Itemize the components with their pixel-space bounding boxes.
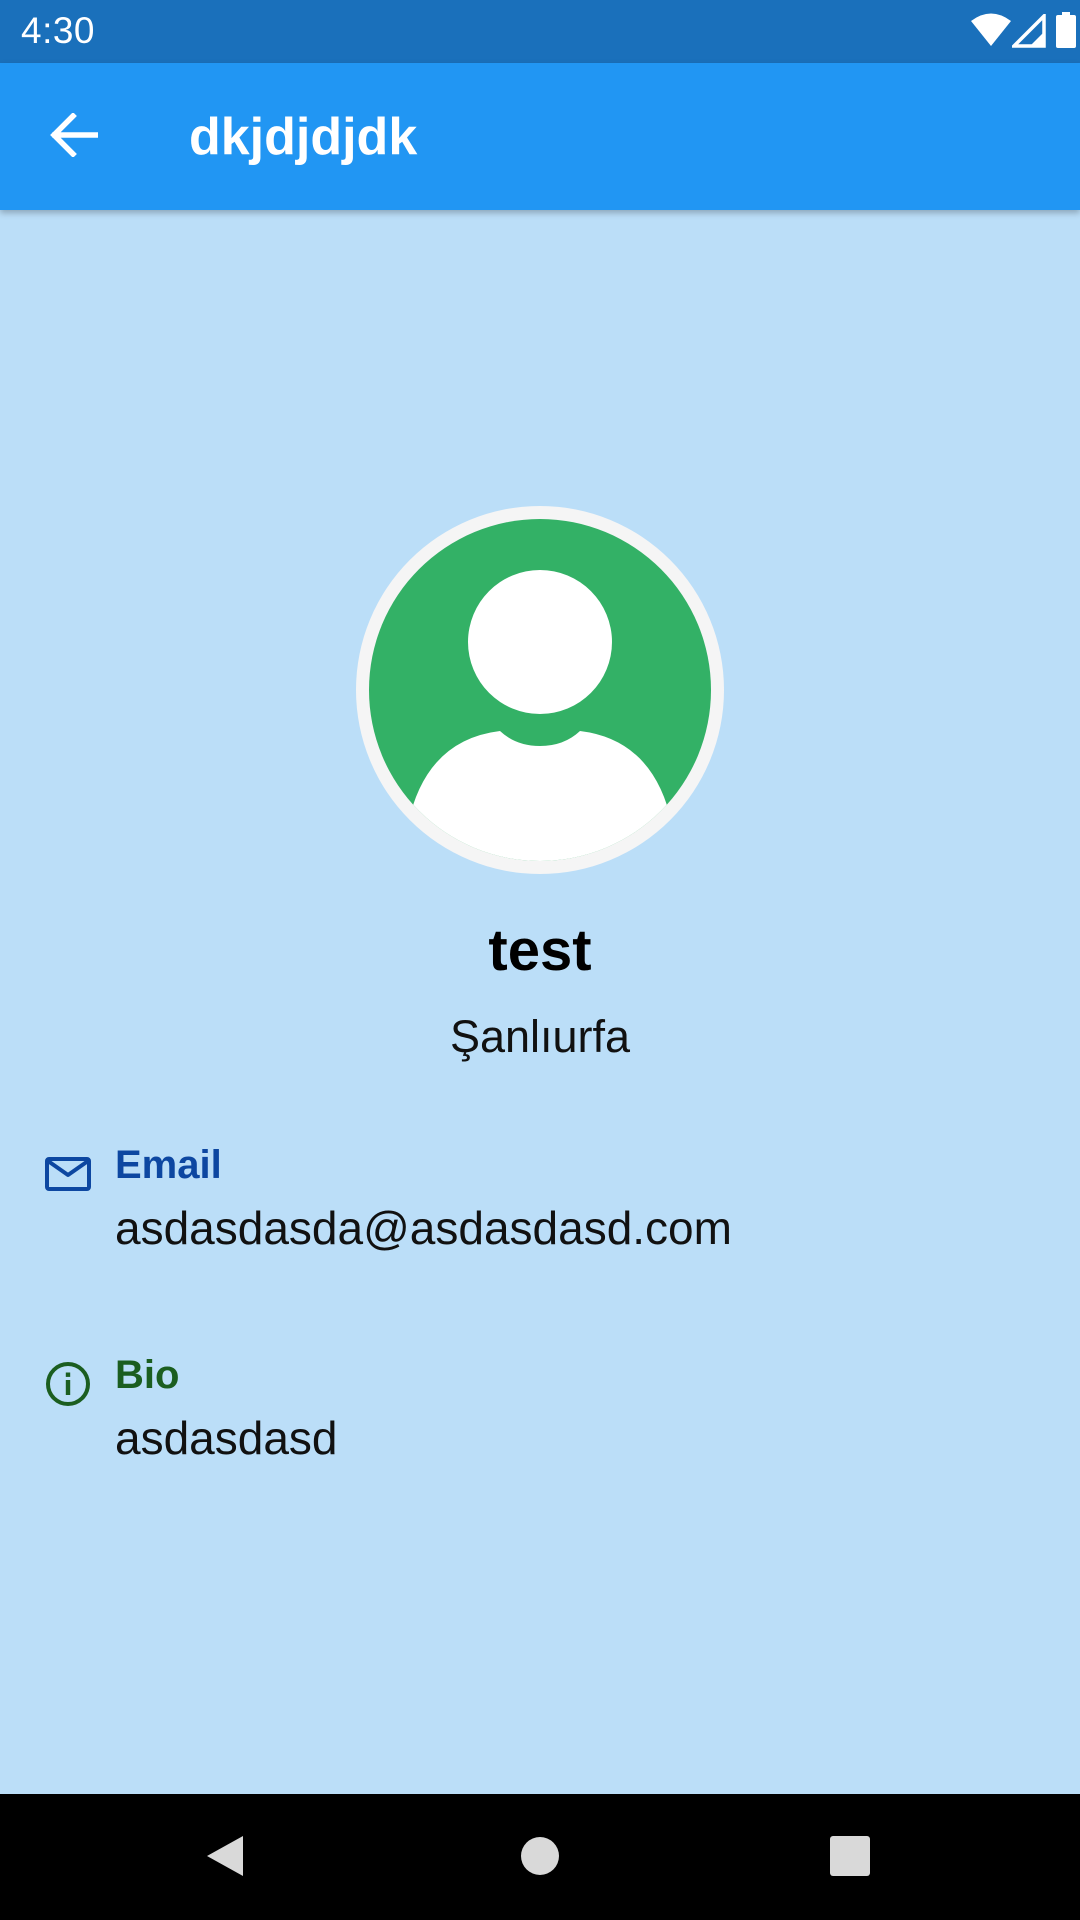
person-icon <box>356 506 724 874</box>
email-value: asdasdasda@asdasdasd.com <box>115 1202 732 1254</box>
nav-recents-icon <box>830 1835 870 1881</box>
status-time: 4:30 <box>21 10 96 51</box>
profile-content: test Şanlıurfa Email asdasdasda@asdasdas… <box>0 210 1080 1794</box>
status-bar: 4:30 <box>0 0 1080 63</box>
mail-icon <box>44 1150 92 1198</box>
wifi-icon <box>970 13 1012 47</box>
nav-back-button[interactable] <box>185 1818 265 1898</box>
bio-value: asdasdasd <box>115 1412 338 1464</box>
info-icon <box>44 1360 92 1408</box>
status-icons <box>900 0 1080 63</box>
system-nav-bar <box>0 1794 1080 1920</box>
email-label: Email <box>115 1143 222 1187</box>
back-button[interactable] <box>32 104 116 170</box>
battery-icon <box>1056 12 1076 48</box>
nav-back-icon <box>203 1832 247 1885</box>
nav-home-button[interactable] <box>500 1818 580 1898</box>
page-title: dkjdjdjdk <box>189 108 418 166</box>
app-bar: dkjdjdjdk <box>0 63 1080 210</box>
nav-recents-button[interactable] <box>810 1818 890 1898</box>
avatar <box>356 506 724 874</box>
nav-home-icon <box>520 1836 560 1881</box>
arrow-back-icon <box>50 111 99 162</box>
signal-icon <box>1009 11 1046 48</box>
profile-location: Şanlıurfa <box>449 1011 631 1062</box>
bio-label: Bio <box>115 1353 180 1397</box>
profile-name: test <box>488 918 592 983</box>
